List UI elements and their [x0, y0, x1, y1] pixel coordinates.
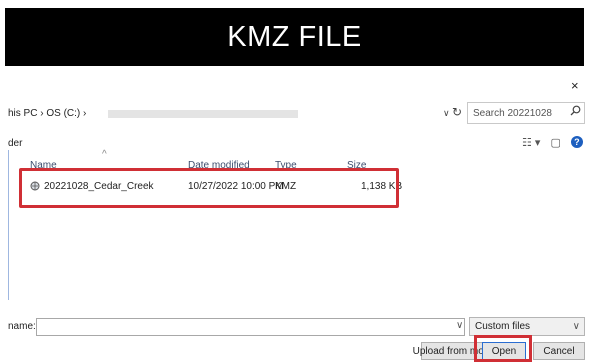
sort-ascending-icon: ^	[102, 149, 107, 160]
address-path: his PC › OS (C:) ›	[8, 108, 87, 119]
dialog-left-border	[8, 150, 9, 300]
kmz-file-banner: KMZ FILE	[5, 8, 584, 66]
file-type-select[interactable]: Custom files ∨	[469, 317, 585, 336]
cancel-button[interactable]: Cancel	[533, 342, 585, 360]
filename-label: name:	[8, 321, 36, 332]
address-path-redacted	[108, 110, 298, 118]
view-options-icon[interactable]: ☷ ▾	[522, 136, 540, 149]
view-tools: ☷ ▾ ▢ ?	[522, 134, 583, 150]
help-icon[interactable]: ?	[570, 136, 583, 148]
address-bar[interactable]: his PC › OS (C:) ›	[8, 104, 461, 124]
open-highlight-box	[474, 335, 532, 362]
search-placeholder: Search 20221028	[473, 108, 552, 119]
file-highlight-box	[19, 168, 399, 208]
file-type-value: Custom files	[475, 321, 531, 332]
chevron-down-icon: ∨	[572, 321, 580, 332]
search-input[interactable]: Search 20221028	[467, 102, 585, 124]
filename-dropdown-icon[interactable]: ∨	[456, 320, 463, 331]
refresh-icon[interactable]: ↻	[452, 105, 462, 119]
close-icon[interactable]: ×	[571, 78, 579, 93]
address-dropdown-icon[interactable]: ∨	[443, 108, 450, 119]
preview-pane-icon[interactable]: ▢	[550, 136, 560, 149]
filename-field[interactable]	[36, 318, 465, 336]
search-icon[interactable]	[570, 105, 581, 119]
new-folder-button[interactable]: der	[8, 138, 22, 149]
banner-title: KMZ FILE	[227, 20, 362, 53]
